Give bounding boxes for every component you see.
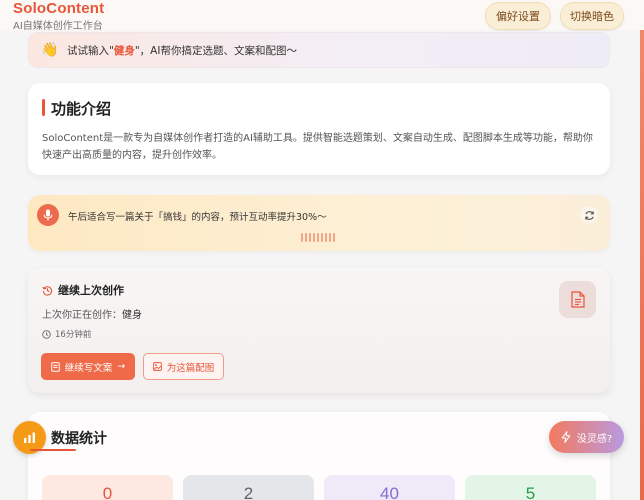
voice-tip-card: 午后适合写一篇关于「搞钱」的内容，预计互动率提升30%～ bbox=[28, 195, 610, 251]
intro-description: SoloContent是一款专为自媒体创作者打造的AI辅助工具。提供智能选题策划… bbox=[42, 133, 593, 161]
inspiration-button[interactable]: 没灵感? bbox=[549, 421, 624, 453]
prompt-highlight: 健身 bbox=[113, 44, 135, 57]
image-icon bbox=[152, 362, 162, 371]
last-edit-time: 16分钟前 bbox=[42, 328, 91, 340]
refresh-icon[interactable] bbox=[580, 206, 598, 224]
prompt-banner[interactable]: 👋 试试输入"健身"，AI帮你搞定选题、文案和配图～ bbox=[28, 32, 610, 68]
stat-value: 0 bbox=[42, 475, 173, 500]
stat-value: 2 bbox=[183, 475, 314, 500]
last-topic-value: 健身 bbox=[122, 310, 142, 321]
app-title: SoloContent bbox=[13, 0, 105, 17]
continue-writing-button[interactable]: 继续写文案 → bbox=[41, 353, 135, 380]
lightning-icon bbox=[561, 431, 571, 443]
preferences-button[interactable]: 偏好设置 bbox=[485, 2, 551, 30]
last-topic-label: 上次你正在创作：健身 bbox=[42, 310, 142, 321]
toggle-dark-button[interactable]: 切换暗色 bbox=[560, 2, 624, 30]
history-icon bbox=[42, 285, 53, 296]
arrow-right-icon: → bbox=[117, 361, 126, 372]
document-icon bbox=[559, 281, 596, 318]
voice-tip-text: 午后适合写一篇关于「搞钱」的内容，预计互动率提升30%～ bbox=[68, 212, 327, 223]
waving-hand-icon: 👋 bbox=[41, 42, 59, 58]
stats-title-underline bbox=[30, 449, 76, 451]
prompt-text: 试试输入"健身"，AI帮你搞定选题、文案和配图～ bbox=[67, 44, 297, 57]
intro-title: 功能介绍 bbox=[42, 98, 111, 119]
generate-image-button[interactable]: 为这篇配图 bbox=[143, 353, 224, 380]
app-header: SoloContent AI自媒体创作工作台 偏好设置 切换暗色 bbox=[0, 0, 644, 32]
microphone-icon[interactable] bbox=[37, 204, 59, 226]
continue-title: 继续上次创作 bbox=[42, 282, 124, 298]
app-subtitle: AI自媒体创作工作台 bbox=[13, 21, 103, 32]
stat-value: 40 bbox=[324, 475, 455, 500]
voice-wave-icon bbox=[301, 233, 335, 242]
clock-icon bbox=[42, 329, 51, 339]
stat-value: 5 bbox=[465, 475, 596, 500]
scrollbar[interactable] bbox=[640, 30, 644, 500]
intro-card: 功能介绍 SoloContent是一款专为自媒体创作者打造的AI辅助工具。提供智… bbox=[28, 83, 610, 175]
continue-card: 继续上次创作 上次你正在创作：健身 16分钟前 继续写文案 → 为这篇配图 bbox=[28, 268, 610, 393]
stats-title: 数据统计 bbox=[51, 431, 107, 447]
document-icon bbox=[50, 361, 60, 372]
